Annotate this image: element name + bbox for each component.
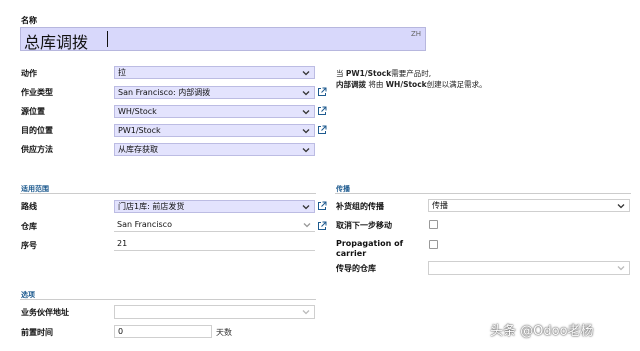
source-location-label: 源位置 (21, 107, 45, 116)
supply-method-value: 从库存获取 (118, 145, 158, 154)
propagation-carrier-label-line-2: carrier (336, 249, 367, 258)
propagation-divider (335, 193, 631, 194)
supply-method-label: 供应方法 (21, 145, 53, 154)
rule-description: 当 PW1/Stock需要产品时, 内部调拨 将由 WH/Stock创建以满足需… (336, 68, 487, 90)
external-link-icon[interactable] (317, 106, 327, 116)
operation-type-value: San Francisco: 内部调拨 (118, 88, 211, 97)
partner-address-select[interactable] (114, 305, 315, 319)
scope-divider (20, 193, 316, 194)
route-select[interactable]: 门店1库: 前店发货 (114, 200, 315, 213)
language-badge[interactable]: ZH (411, 30, 421, 38)
chevron-down-icon (302, 129, 310, 134)
chevron-down-icon (617, 266, 625, 271)
chevron-down-icon (617, 204, 625, 209)
destination-location-value: PW1/Stock (118, 126, 161, 135)
destination-location-select[interactable]: PW1/Stock (114, 124, 315, 137)
lead-time-input[interactable]: 0 (114, 325, 212, 338)
cancel-next-move-label: 取消下一步移动 (336, 221, 392, 230)
external-link-icon[interactable] (317, 87, 327, 97)
watermark: 头条 @Odoo老杨 (490, 324, 594, 339)
chevron-down-icon (302, 71, 310, 76)
propagated-warehouse-label: 传导的仓库 (336, 264, 376, 273)
warehouse-select[interactable]: San Francisco (114, 219, 315, 232)
propagation-carrier-checkbox[interactable] (429, 240, 438, 249)
source-location-select[interactable]: WH/Stock (114, 105, 315, 118)
text-caret (107, 31, 108, 47)
external-link-icon[interactable] (317, 201, 327, 211)
action-select[interactable]: 拉 (114, 66, 315, 79)
chevron-down-icon (303, 223, 311, 228)
rule-description-line-2: 内部调拨 将由 WH/Stock创建以满足需求。 (336, 80, 487, 89)
chevron-down-icon (302, 110, 310, 115)
name-label: 名称 (21, 16, 37, 25)
action-label: 动作 (21, 69, 37, 78)
operation-type-label: 作业类型 (21, 88, 53, 97)
group-propagation-label: 补货组的传播 (336, 202, 384, 211)
chevron-down-icon (302, 91, 310, 96)
operation-type-select[interactable]: San Francisco: 内部调拨 (114, 86, 315, 99)
chevron-down-icon (302, 205, 310, 210)
external-link-icon[interactable] (317, 125, 327, 135)
warehouse-label: 仓库 (21, 222, 37, 231)
partner-address-label: 业务伙伴地址 (21, 308, 69, 317)
lead-time-value: 0 (118, 327, 124, 336)
chevron-down-icon (302, 148, 310, 153)
sequence-value: 21 (117, 239, 128, 248)
propagation-carrier-label: Propagation of carrier (336, 239, 403, 259)
action-value: 拉 (118, 68, 126, 77)
route-value: 门店1库: 前店发货 (118, 202, 185, 211)
destination-location-label: 目的位置 (21, 126, 53, 135)
cancel-next-move-checkbox[interactable] (429, 220, 438, 229)
sequence-label: 序号 (21, 241, 37, 250)
propagated-warehouse-select[interactable] (428, 261, 630, 275)
name-input[interactable]: 总库调拨 ZH (20, 27, 426, 52)
propagation-carrier-label-line-1: Propagation of (336, 239, 404, 248)
route-label: 路线 (21, 202, 37, 211)
lead-time-label: 前置时间 (21, 328, 53, 337)
options-divider (20, 299, 316, 300)
chevron-down-icon (302, 310, 310, 315)
sequence-input[interactable]: 21 (114, 238, 315, 251)
source-location-value: WH/Stock (118, 107, 157, 116)
group-propagation-select[interactable]: 传播 (428, 199, 630, 212)
warehouse-value: San Francisco (117, 220, 172, 229)
external-link-icon[interactable] (317, 221, 327, 231)
supply-method-select[interactable]: 从库存获取 (114, 143, 315, 156)
rule-description-line-1: 当 PW1/Stock需要产品时, (336, 69, 432, 78)
name-value: 总库调拨 (24, 33, 89, 52)
group-propagation-value: 传播 (432, 201, 448, 210)
lead-time-unit: 天数 (216, 328, 232, 337)
